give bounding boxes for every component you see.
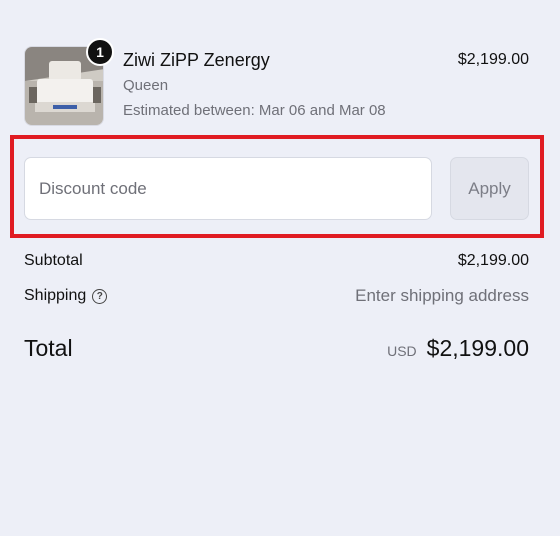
question-circle-icon[interactable]: ?	[92, 288, 108, 304]
discount-code-input[interactable]	[24, 157, 432, 220]
shipping-label: Shipping	[24, 287, 87, 304]
shipping-value: Enter shipping address	[355, 286, 529, 305]
total-amount-group: USD $2,199.00	[387, 335, 529, 362]
shipping-label-group: Shipping ?	[24, 287, 108, 305]
delivery-estimate: Estimated between: Mar 06 and Mar 08	[123, 102, 386, 119]
subtotal-value: $2,199.00	[457, 252, 529, 269]
apply-discount-button[interactable]: Apply	[450, 157, 529, 220]
product-variant: Queen	[123, 77, 169, 94]
subtotal-row: Subtotal $2,199.00	[24, 250, 529, 272]
total-row: Total USD $2,199.00	[24, 333, 529, 363]
subtotal-label: Subtotal	[24, 252, 83, 269]
product-title: Ziwi ZiPP Zenergy	[123, 50, 270, 70]
order-summary: 1 Ziwi ZiPP Zenergy Queen Estimated betw…	[0, 0, 560, 536]
total-label: Total	[24, 334, 73, 361]
product-price: $2,199.00	[457, 51, 529, 68]
line-item: 1 Ziwi ZiPP Zenergy Queen Estimated betw…	[24, 38, 529, 128]
currency-code: USD	[387, 342, 417, 359]
shipping-row: Shipping ? Enter shipping address	[24, 285, 529, 307]
total-value: $2,199.00	[426, 334, 529, 361]
quantity-badge: 1	[86, 38, 114, 66]
